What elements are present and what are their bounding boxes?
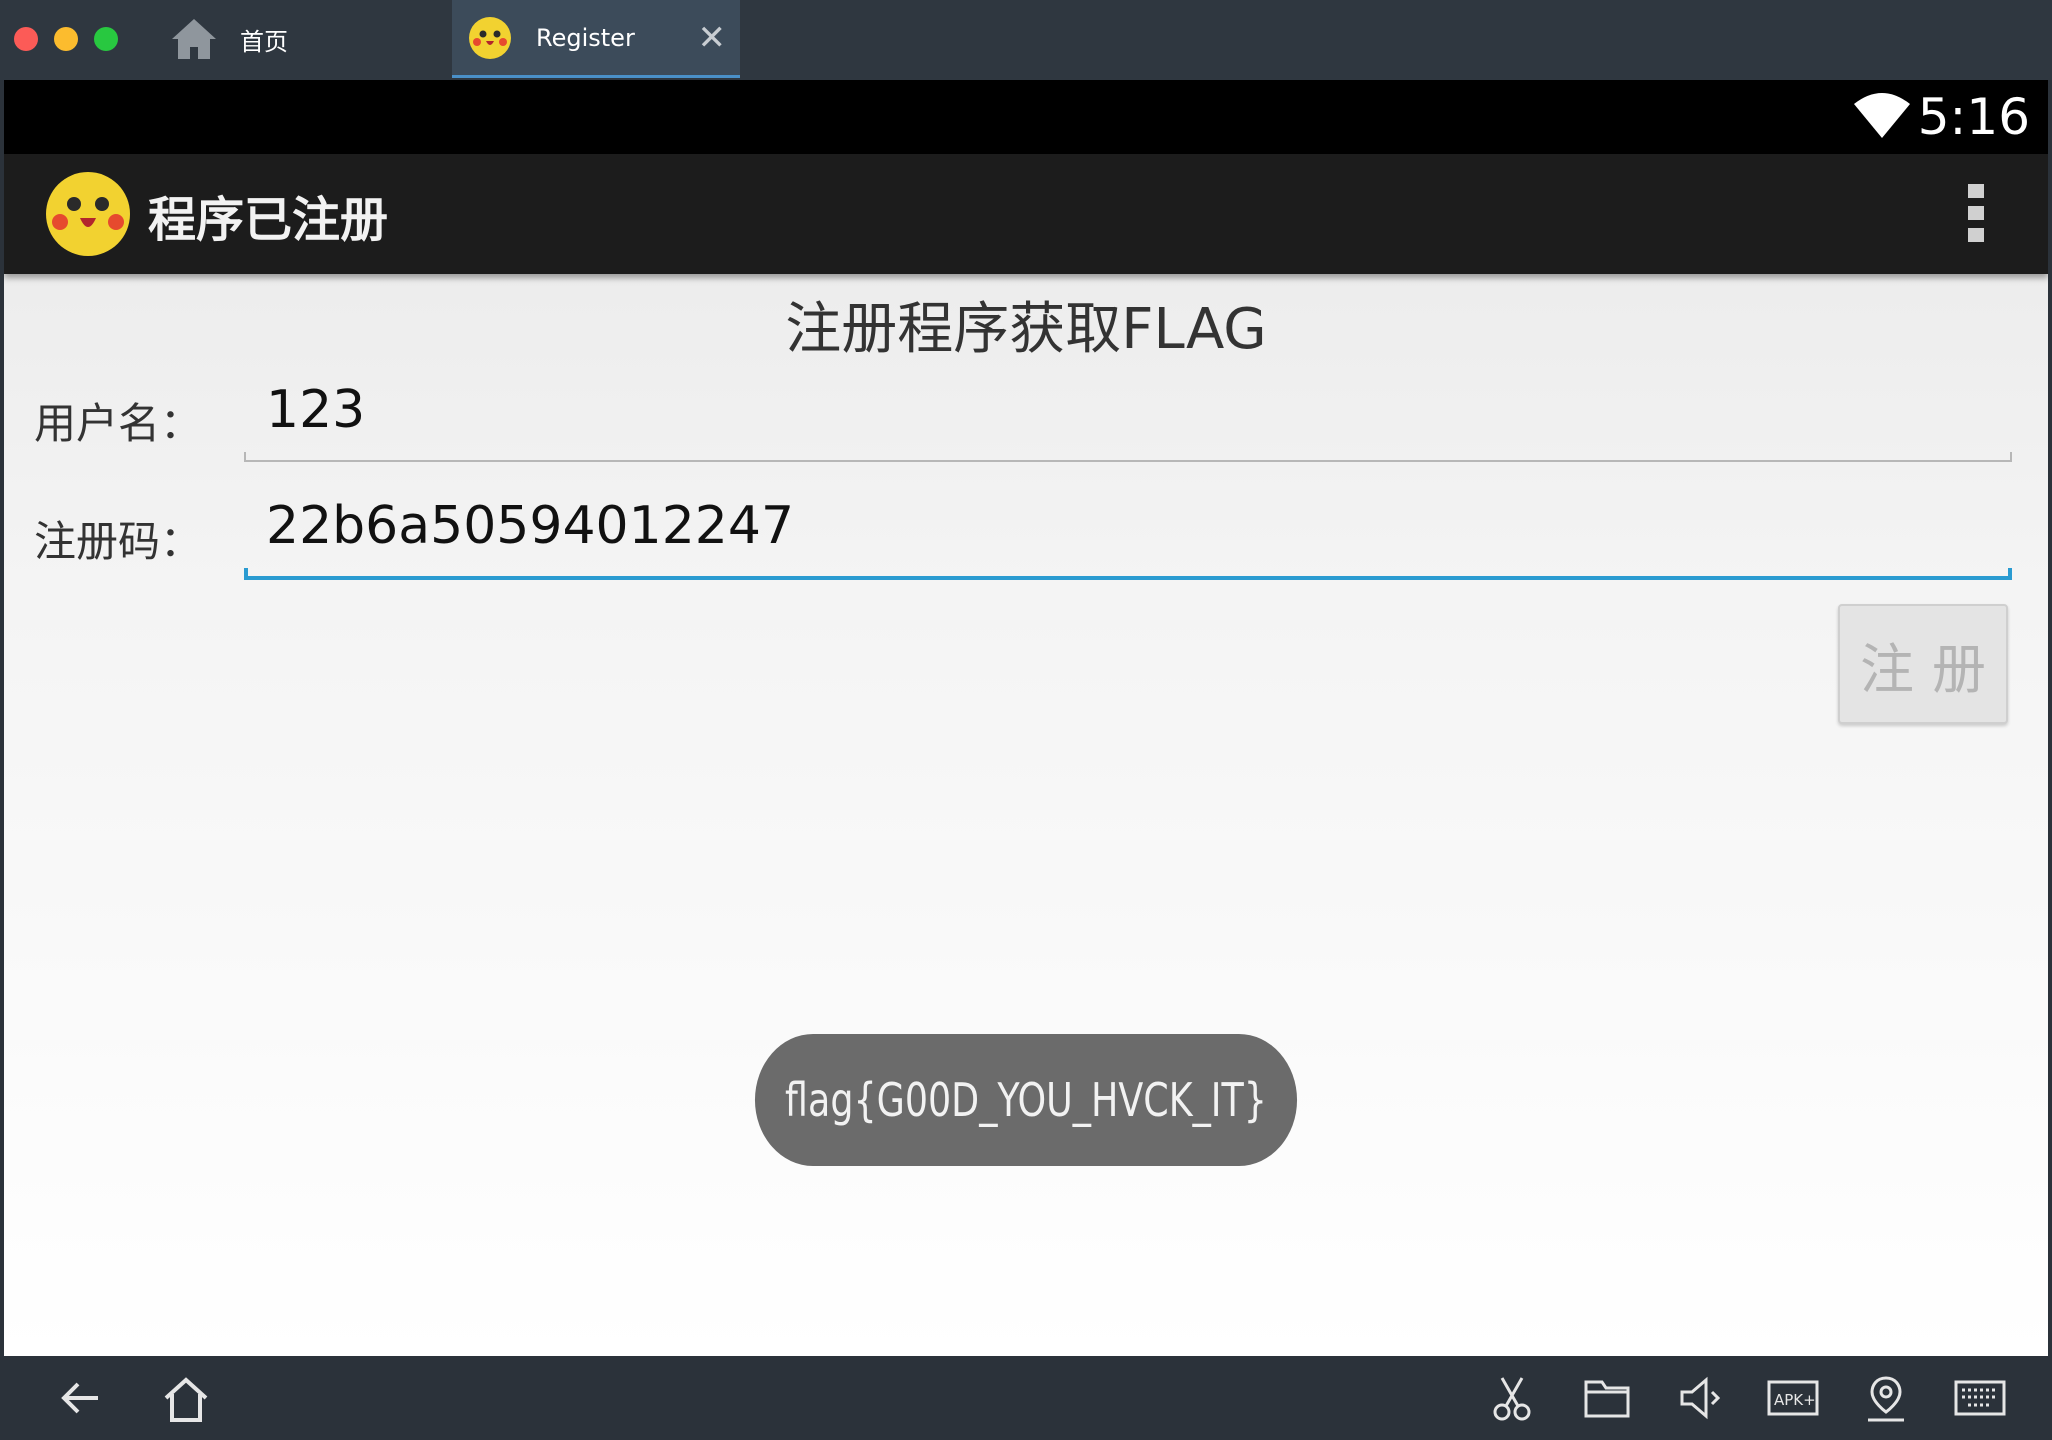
home-icon[interactable]: [160, 1374, 212, 1426]
tab-register-label: Register: [536, 23, 635, 52]
emulator-toolbar: APK+: [0, 1356, 2052, 1440]
username-underline: [244, 452, 2012, 462]
close-window-button[interactable]: [14, 27, 38, 51]
volume-icon[interactable]: [1676, 1374, 1724, 1422]
username-label: 用户名：: [34, 399, 203, 448]
tab-home-label: 首页: [240, 27, 288, 56]
pikachu-app-icon: [46, 172, 130, 256]
scissors-icon[interactable]: [1488, 1374, 1536, 1422]
folder-icon[interactable]: [1582, 1374, 1632, 1422]
keyboard-icon[interactable]: [1954, 1374, 2006, 1422]
regcode-label: 注册码：: [34, 517, 203, 566]
regcode-input[interactable]: [244, 486, 2012, 566]
tab-register[interactable]: Register ✕: [452, 0, 740, 78]
close-tab-icon[interactable]: ✕: [698, 18, 727, 58]
home-icon: [172, 19, 216, 59]
pikachu-app-icon: [469, 16, 511, 59]
svg-text:APK+: APK+: [1774, 1391, 1816, 1409]
back-icon[interactable]: [56, 1374, 104, 1422]
page-heading: 注册程序获取FLAG: [785, 297, 1267, 362]
status-bar: 5:16: [4, 80, 2048, 154]
wifi-icon: [1854, 93, 1910, 138]
overflow-menu-icon[interactable]: [1968, 184, 1986, 244]
app-title: 程序已注册: [148, 192, 389, 248]
toast-message: flag{G00D_YOU_HVCK_IT}: [754, 1034, 1298, 1166]
regcode-underline: [244, 568, 2012, 580]
username-input[interactable]: [244, 370, 2012, 450]
minimize-window-button[interactable]: [54, 27, 78, 51]
status-time: 5:16: [1917, 88, 2030, 146]
tab-home[interactable]: 首页: [170, 0, 450, 78]
android-screen: 5:16 程序已注册 注册程序获取FLAG 用户名： 注册码： 注册 flag{…: [4, 80, 2048, 1356]
action-bar: 程序已注册: [4, 154, 2048, 274]
window-titlebar: 首页 Register ✕: [0, 0, 2052, 80]
register-button[interactable]: 注册: [1838, 604, 2008, 724]
apk-install-icon[interactable]: APK+: [1766, 1374, 1820, 1422]
location-icon[interactable]: [1862, 1374, 1910, 1424]
maximize-window-button[interactable]: [94, 27, 118, 51]
